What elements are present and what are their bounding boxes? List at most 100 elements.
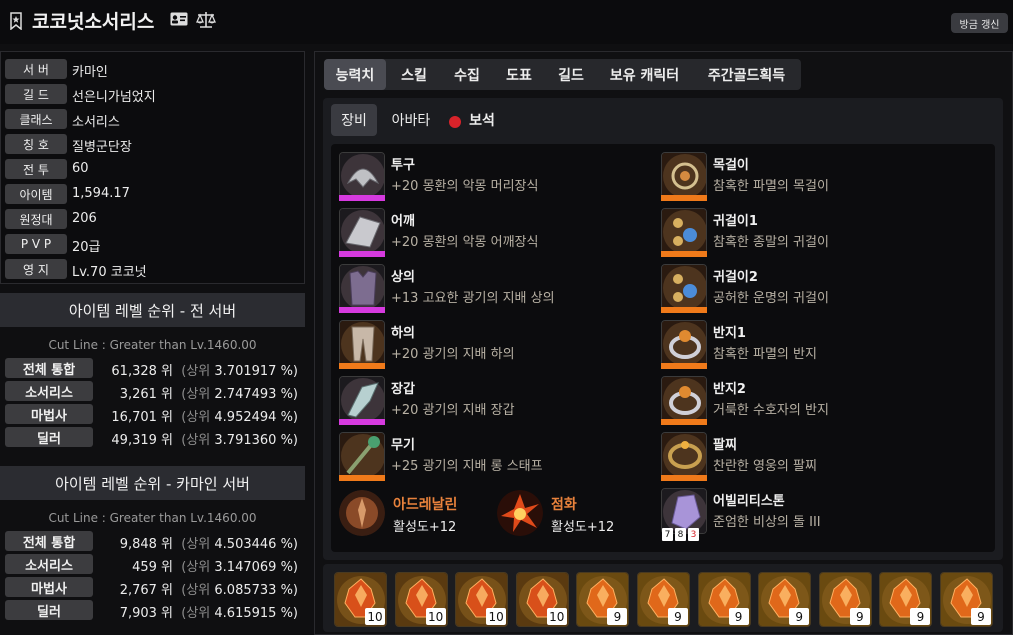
- earring-icon[interactable]: [661, 264, 707, 310]
- armor-slot[interactable]: 어깨 +20 몽환의 악몽 어깨장식: [339, 208, 639, 260]
- profile-row: 영 지 Lv.70 코코넛: [5, 259, 300, 280]
- profile-row: 길 드 선은니가넘었지: [5, 84, 300, 105]
- armor-slot[interactable]: 상의 +13 고요한 광기의 지배 상의: [339, 264, 639, 316]
- profile-label: 서 버: [5, 59, 67, 79]
- gem-slot[interactable]: 10: [334, 572, 387, 627]
- rank-row: 전체 통합 9,848 위 (상위 4.503446 %): [5, 531, 300, 552]
- profile-row: 원정대 206: [5, 209, 300, 229]
- slot-type: 투구: [391, 158, 415, 173]
- rank-percentile: (상위 4.615915 %): [175, 602, 298, 621]
- scale-icon[interactable]: [196, 11, 216, 29]
- grade-bar: [661, 363, 707, 369]
- rank-row: 소서리스 3,261 위 (상위 2.747493 %): [5, 381, 300, 402]
- ring-icon[interactable]: [661, 320, 707, 366]
- tab-collection[interactable]: 수집: [442, 59, 492, 90]
- gem-slot[interactable]: 10: [455, 572, 509, 627]
- profile-value: 60: [72, 161, 89, 176]
- rank-position: 9,848 위: [119, 537, 173, 552]
- necklace-icon[interactable]: [661, 152, 707, 198]
- profile-value: 질병군단장: [72, 140, 132, 155]
- ring-icon[interactable]: [661, 376, 707, 422]
- gem-slot[interactable]: 9: [940, 572, 993, 627]
- slot-item-name: +20 몽환의 악몽 어깨장식: [391, 235, 539, 250]
- engraving[interactable]: 아드레날린 활성도+12: [339, 490, 489, 540]
- rank-label: 마법사: [5, 404, 93, 424]
- id-card-icon[interactable]: [170, 12, 188, 26]
- rank-percent-value: 2.747493 %): [214, 387, 298, 402]
- tab-skills[interactable]: 스킬: [388, 59, 440, 90]
- bracelet-icon[interactable]: [661, 432, 707, 478]
- tab-stats[interactable]: 능력치: [324, 59, 386, 90]
- rank-top-prefix: (상위: [181, 433, 211, 448]
- gem-slot[interactable]: 9: [697, 572, 751, 627]
- gem-level: 10: [486, 608, 507, 625]
- armor-slot[interactable]: 장갑 +20 광기의 지배 장갑: [339, 376, 639, 428]
- shoulder-icon[interactable]: [339, 208, 385, 254]
- gem-slot[interactable]: 9: [758, 572, 812, 627]
- grade-bar: [339, 307, 385, 313]
- slot-type: 어깨: [391, 214, 415, 229]
- slot-item-name: 찬란한 영웅의 팔찌: [713, 459, 817, 474]
- profile-label: 원정대: [5, 209, 67, 229]
- subtab-gems[interactable]: 보석: [459, 104, 505, 136]
- rank-label: 소서리스: [5, 381, 93, 401]
- bookmark-icon[interactable]: [10, 12, 22, 30]
- rank-percent-value: 3.147069 %): [214, 560, 298, 575]
- helmet-icon[interactable]: [339, 152, 385, 198]
- sub-tab-bar: 장비 아바타 보석: [331, 104, 531, 136]
- accessory-slot[interactable]: 귀걸이1 참혹한 종말의 귀걸이: [661, 208, 961, 260]
- accessory-slot[interactable]: 귀걸이2 공허한 운명의 귀걸이: [661, 264, 961, 316]
- refresh-button[interactable]: 방금 갱신: [951, 13, 1008, 33]
- chest-armor-icon[interactable]: [339, 264, 385, 310]
- subtab-avatar[interactable]: 아바타: [381, 104, 441, 136]
- slot-type: 하의: [391, 326, 415, 341]
- rank-percentile: (상위 6.085733 %): [175, 579, 298, 598]
- tab-weekly-gold[interactable]: 주간골드획득: [692, 59, 801, 90]
- grade-bar: [661, 419, 707, 425]
- gem-level: 10: [546, 608, 567, 625]
- slot-item-name: 참혹한 종말의 귀걸이: [713, 235, 829, 250]
- profile-label: 길 드: [5, 84, 67, 104]
- armor-slot[interactable]: 하의 +20 광기의 지배 하의: [339, 320, 639, 372]
- ignition-icon: [497, 490, 543, 536]
- pants-icon[interactable]: [339, 320, 385, 366]
- gem-level: 9: [910, 608, 931, 625]
- accessory-slot[interactable]: 팔찌 찬란한 영웅의 팔찌: [661, 432, 961, 484]
- engraving[interactable]: 점화 활성도+12: [497, 490, 647, 540]
- grade-bar: [339, 251, 385, 257]
- accessory-slot[interactable]: 목걸이 참혹한 파멸의 목걸이: [661, 152, 961, 204]
- gem-slot[interactable]: 9: [879, 572, 933, 627]
- profile-row: 클래스 소서리스: [5, 109, 300, 130]
- rank-row: 전체 통합 61,328 위 (상위 3.701917 %): [5, 358, 300, 379]
- gem-slot[interactable]: 10: [394, 572, 448, 627]
- rank-percent-value: 3.701917 %): [214, 364, 298, 379]
- gem-slot[interactable]: 9: [818, 572, 872, 627]
- rank-percentile: (상위 2.747493 %): [175, 383, 298, 402]
- staff-icon[interactable]: [339, 432, 385, 478]
- rank-percent-value: 6.085733 %): [214, 583, 298, 598]
- ranking-server-cutline: Cut Line : Greater than Lv.1460.00: [48, 511, 257, 525]
- armor-slot[interactable]: 투구 +20 몽환의 악몽 머리장식: [339, 152, 639, 204]
- slot-item-name: 참혹한 파멸의 반지: [713, 347, 817, 362]
- subtab-equipment[interactable]: 장비: [331, 104, 377, 136]
- tab-guild[interactable]: 길드: [546, 59, 596, 90]
- gem-slot[interactable]: 9: [637, 572, 690, 627]
- slot-item-name: +20 몽환의 악몽 머리장식: [391, 179, 539, 194]
- ability-stone-slot[interactable]: 어빌리티스톤 준엄한 비상의 돌 III 7 8 3: [661, 488, 961, 544]
- gloves-icon[interactable]: [339, 376, 385, 422]
- profile-label: 영 지: [5, 259, 67, 279]
- profile-value: 1,594.17: [72, 186, 130, 201]
- tab-chart[interactable]: 도표: [494, 59, 544, 90]
- profile-value: Lv.70 코코넛: [72, 265, 147, 280]
- armor-slot[interactable]: 무기 +25 광기의 지배 롱 스태프: [339, 432, 639, 484]
- earring-icon[interactable]: [661, 208, 707, 254]
- accessory-slot[interactable]: 반지2 거룩한 수호자의 반지: [661, 376, 961, 428]
- rank-top-prefix: (상위: [181, 387, 211, 402]
- rank-position: 16,701 위: [111, 410, 173, 425]
- gem-slot[interactable]: 9: [576, 572, 630, 627]
- tab-characters[interactable]: 보유 캐릭터: [598, 59, 691, 90]
- accessory-slot[interactable]: 반지1 참혹한 파멸의 반지: [661, 320, 961, 372]
- profile-value: 선은니가넘었지: [72, 90, 156, 105]
- rank-percent-value: 4.503446 %): [214, 537, 298, 552]
- gem-slot[interactable]: 10: [515, 572, 569, 627]
